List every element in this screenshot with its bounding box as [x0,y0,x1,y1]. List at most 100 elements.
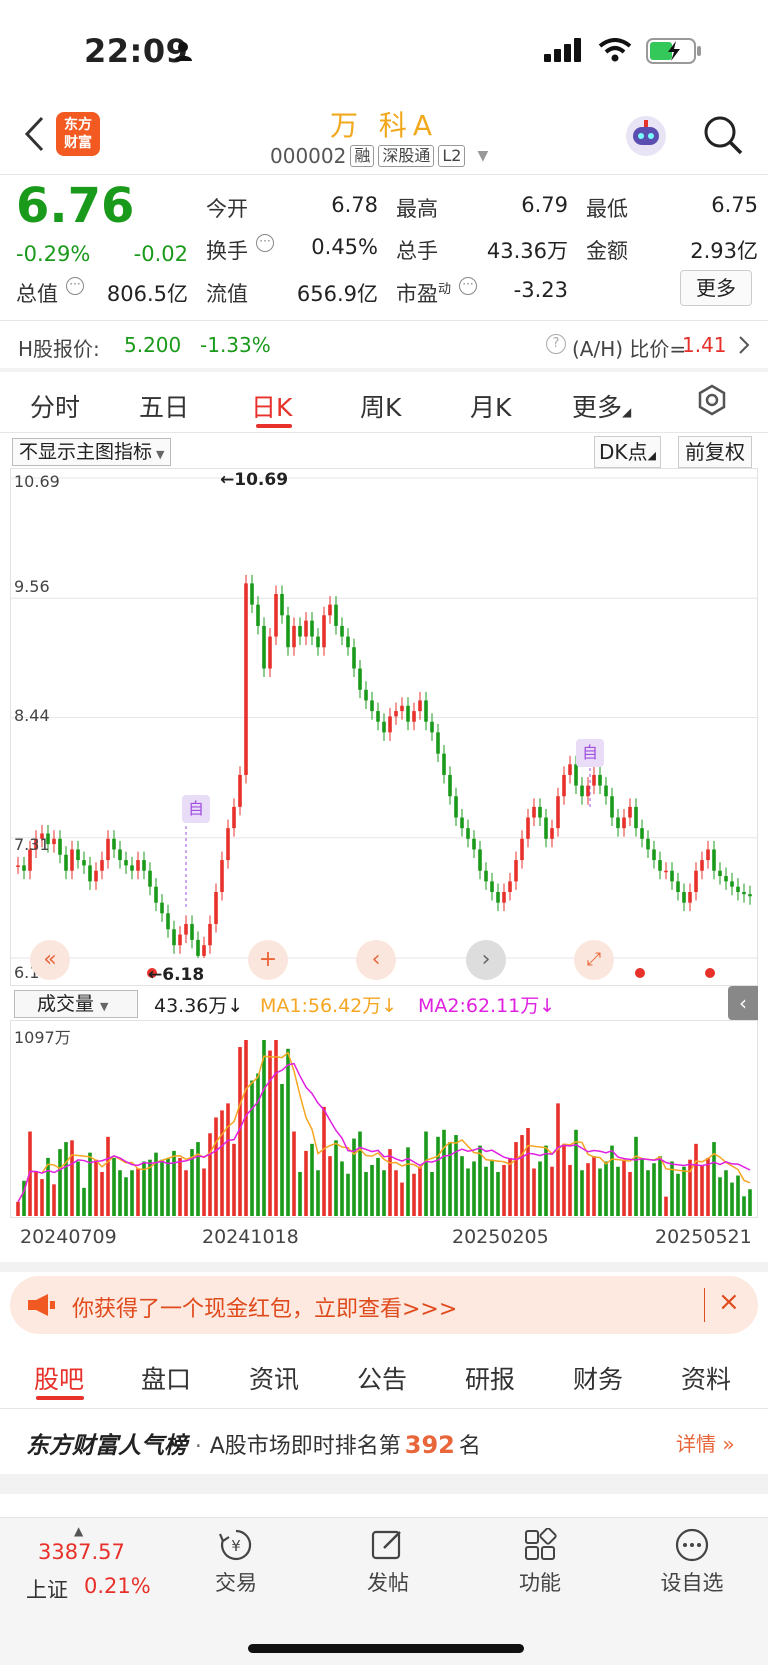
tab-monthly-k[interactable]: 月K [470,388,511,424]
candle-body [184,923,188,935]
functions-button[interactable]: 功能 [500,1527,580,1597]
trade-button[interactable]: ¥ 交易 [196,1528,276,1597]
volume-bar [604,1161,608,1216]
volume-bar [196,1142,200,1216]
candle-body [412,711,416,722]
volume-bar [622,1159,626,1216]
tab-more[interactable]: 更多◢ [572,388,631,424]
candle-body [490,881,494,893]
volume-bar [646,1170,650,1216]
tab-five-day[interactable]: 五日 [139,388,189,424]
date-label: 20240709 [20,1226,117,1248]
mktcap-label: 总值 [16,282,58,306]
tab-weekly-k[interactable]: 周K [360,388,401,424]
candle-body [742,892,746,895]
rank-text: A股市场即时排名第 [209,1434,401,1459]
volume-bar [616,1166,620,1216]
candle-body [592,774,596,786]
candle-body [262,625,266,669]
candle-body [208,923,212,946]
more-button[interactable]: 更多 [680,270,752,306]
popularity-row[interactable]: 东方财富人气榜 · A股市场即时排名第 392 名 [26,1426,481,1460]
candle-body [748,894,752,897]
expand-icon[interactable]: ⤢ [574,940,614,980]
edit-icon [371,1530,401,1560]
tab-profile[interactable]: 资料 [681,1360,731,1396]
open-value: 6.78 [331,193,378,217]
help-icon[interactable]: ? [546,334,566,354]
index-value[interactable]: 3387.57 [38,1540,125,1564]
grid-icon [525,1527,557,1560]
indicator-select[interactable]: 不显示主图指标 ▼ [12,438,172,466]
volume-bar [484,1166,488,1216]
candle-body [70,849,74,871]
tab-pankou[interactable]: 盘口 [141,1360,191,1396]
chevron-left-icon[interactable]: ‹ [356,940,396,980]
candle-body [478,849,482,871]
info-icon[interactable]: ··· [66,277,84,295]
volume-bar [70,1140,74,1216]
volume-bar [52,1184,56,1216]
tab-intraday[interactable]: 分时 [30,388,80,424]
volume-chart[interactable] [10,1020,758,1218]
volume-value: 43.36万 [486,239,568,263]
collapse-side-button[interactable]: ‹ [728,986,758,1020]
tab-underline [256,424,292,428]
candle-body [658,860,662,871]
volume-bar [502,1164,506,1216]
candle-body [172,929,176,946]
tab-research[interactable]: 研报 [465,1360,515,1396]
candle-body [562,774,566,797]
add-icon[interactable]: + [248,940,288,980]
tab-guba[interactable]: 股吧 [34,1360,84,1396]
tab-finance[interactable]: 财务 [573,1360,623,1396]
chevron-right-icon[interactable]: › [466,940,506,980]
info-icon[interactable]: ··· [256,234,274,252]
adjust-button[interactable]: 前复权 [678,436,752,468]
tab-news[interactable]: 资讯 [249,1360,299,1396]
candle-body [424,700,428,722]
volume-bar [652,1163,656,1216]
ah-ratio-label[interactable]: (A/H) 比价= [572,333,686,362]
tab-announcements[interactable]: 公告 [357,1360,407,1396]
candle-body [304,620,308,637]
candle-body [442,753,446,775]
tab-daily-k[interactable]: 日K [251,388,292,424]
rank-number: 392 [404,1431,455,1459]
add-watchlist-button[interactable]: 设自选 [650,1528,734,1597]
settings-icon[interactable] [696,384,728,420]
post-button[interactable]: 发帖 [348,1528,428,1597]
volume-bar [76,1161,80,1216]
volume-bar [478,1145,482,1216]
volume-bar [304,1150,308,1216]
candle-body [16,865,20,867]
dk-point-button[interactable]: DK点◢ [594,436,661,468]
chevron-right-icon[interactable] [738,335,750,359]
candle-body [298,625,302,637]
hshare-price[interactable]: 5.200 [124,333,181,357]
tag-margin: 融 [350,145,375,167]
tag-connect: 深股通 [378,145,435,167]
rank-unit: 名 [458,1434,481,1459]
self-select-marker[interactable]: 自 [576,739,604,767]
rank-detail-link[interactable]: 详情 » [676,1428,735,1457]
volume-bar [274,1040,278,1216]
candle-body [244,583,248,775]
info-icon[interactable]: ··· [459,277,477,295]
robot-avatar-icon[interactable] [624,114,668,162]
candlestick-chart[interactable] [10,468,758,986]
stock-code-row[interactable]: 000002 融 深股通 L2 ▼ [270,144,488,168]
volume-bar [610,1145,614,1216]
volume-select[interactable]: 成交量 ▼ [14,990,138,1018]
chart-divider [0,1262,768,1272]
candle-body [712,849,716,871]
self-select-marker[interactable]: 自 [182,795,210,823]
promo-banner[interactable]: 你获得了一个现金红包，立即查看>>> × [10,1276,758,1334]
rewind-icon[interactable]: « [30,940,70,980]
search-icon[interactable] [702,114,744,160]
volume-bar [40,1179,44,1216]
volume-bar [508,1157,512,1216]
close-icon[interactable]: × [718,1287,740,1317]
volume-bar [550,1166,554,1216]
candle-body [178,934,182,946]
